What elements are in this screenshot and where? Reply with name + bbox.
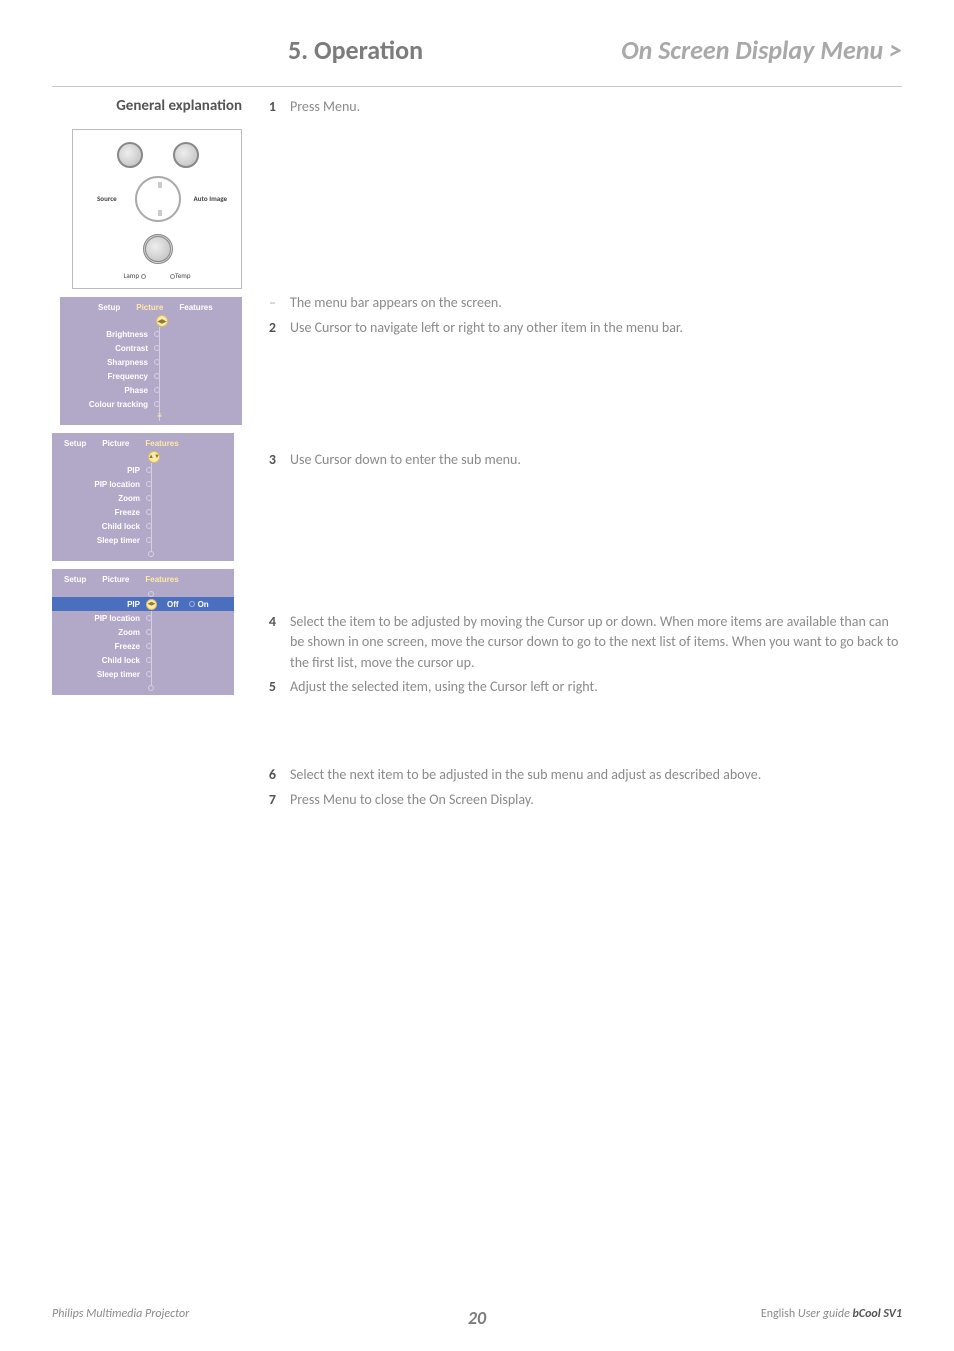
page-footer: Philips Multimedia Projector 20 English … bbox=[52, 1307, 902, 1321]
subheading: General explanation bbox=[52, 97, 242, 115]
osd-item: Zoom bbox=[56, 628, 146, 637]
osd-menu-features: Setup Picture Features ▲▼ PIP PIP locati… bbox=[52, 433, 234, 561]
page-number: 20 bbox=[468, 1307, 486, 1329]
step-5: 5 Adjust the selected item, using the Cu… bbox=[260, 677, 902, 697]
remote-diagram: Source Auto Image Lamp Temp bbox=[72, 129, 242, 289]
lamp-label: Lamp bbox=[123, 271, 146, 280]
section-title: 5. Operation bbox=[288, 34, 423, 66]
osd-item: PIP location bbox=[56, 614, 146, 623]
osd-item-selected: PIP ◀▶ Off On bbox=[52, 597, 234, 611]
osd-tab: Setup bbox=[56, 435, 94, 450]
step-3: 3 Use Cursor down to enter the sub menu. bbox=[260, 450, 902, 470]
step-1: 1 Press Menu. bbox=[260, 97, 902, 117]
osd-item: Sleep timer bbox=[56, 536, 146, 545]
step-4: 4 Select the item to be adjusted by movi… bbox=[260, 612, 902, 673]
osd-tab: Setup bbox=[56, 571, 94, 586]
osd-tab: Features bbox=[171, 299, 220, 314]
osd-item: Freeze bbox=[56, 642, 146, 651]
step-2: 2 Use Cursor to navigate left or right t… bbox=[260, 318, 902, 338]
remote-knob bbox=[117, 142, 143, 168]
osd-item: Sleep timer bbox=[56, 670, 146, 679]
breadcrumb: On Screen Display Menu > bbox=[621, 34, 902, 66]
osd-tab: Picture bbox=[94, 571, 137, 586]
osd-menu-features-select: Setup Picture Features PIP ◀▶ Off On bbox=[52, 569, 234, 695]
footer-left: Philips Multimedia Projector bbox=[52, 1307, 189, 1321]
autoimage-label: Auto Image bbox=[194, 194, 228, 203]
footer-right: English User guide bCool SV1 bbox=[761, 1307, 902, 1321]
temp-label: Temp bbox=[168, 271, 191, 280]
osd-item: Colour tracking bbox=[64, 400, 154, 409]
cursor-icon: ▲▼ bbox=[148, 451, 160, 463]
step-7: 7 Press Menu to close the On Screen Disp… bbox=[260, 790, 902, 810]
osd-tab-active: Picture bbox=[128, 299, 171, 314]
osd-item: Brightness bbox=[64, 330, 154, 339]
osd-item: PIP location bbox=[56, 480, 146, 489]
step-6: 6 Select the next item to be adjusted in… bbox=[260, 765, 902, 785]
cursor-icon: ◀▶ bbox=[156, 315, 168, 327]
osd-option: On bbox=[198, 600, 209, 609]
osd-option: Off bbox=[167, 600, 179, 609]
osd-tab: Picture bbox=[94, 435, 137, 450]
osd-item: Child lock bbox=[56, 656, 146, 665]
osd-item: Phase bbox=[64, 386, 154, 395]
divider bbox=[52, 86, 902, 87]
osd-item: Freeze bbox=[56, 508, 146, 517]
osd-menu-picture: Setup Picture Features ◀▶ Brightness Con… bbox=[60, 297, 242, 425]
osd-item: PIP bbox=[56, 466, 146, 475]
osd-item: Zoom bbox=[56, 494, 146, 503]
osd-item: Child lock bbox=[56, 522, 146, 531]
osd-item: Contrast bbox=[64, 344, 154, 353]
step-dash: – The menu bar appears on the screen. bbox=[260, 293, 902, 313]
power-knob bbox=[143, 234, 173, 264]
scroll-icon: ≡ bbox=[155, 412, 164, 421]
osd-tab: Setup bbox=[90, 299, 128, 314]
remote-knob bbox=[173, 142, 199, 168]
dpad-icon bbox=[135, 176, 181, 222]
osd-item: Frequency bbox=[64, 372, 154, 381]
osd-tab-active: Features bbox=[137, 571, 186, 586]
osd-tab-active: Features bbox=[137, 435, 186, 450]
source-label: Source bbox=[97, 194, 117, 203]
osd-item: Sharpness bbox=[64, 358, 154, 367]
